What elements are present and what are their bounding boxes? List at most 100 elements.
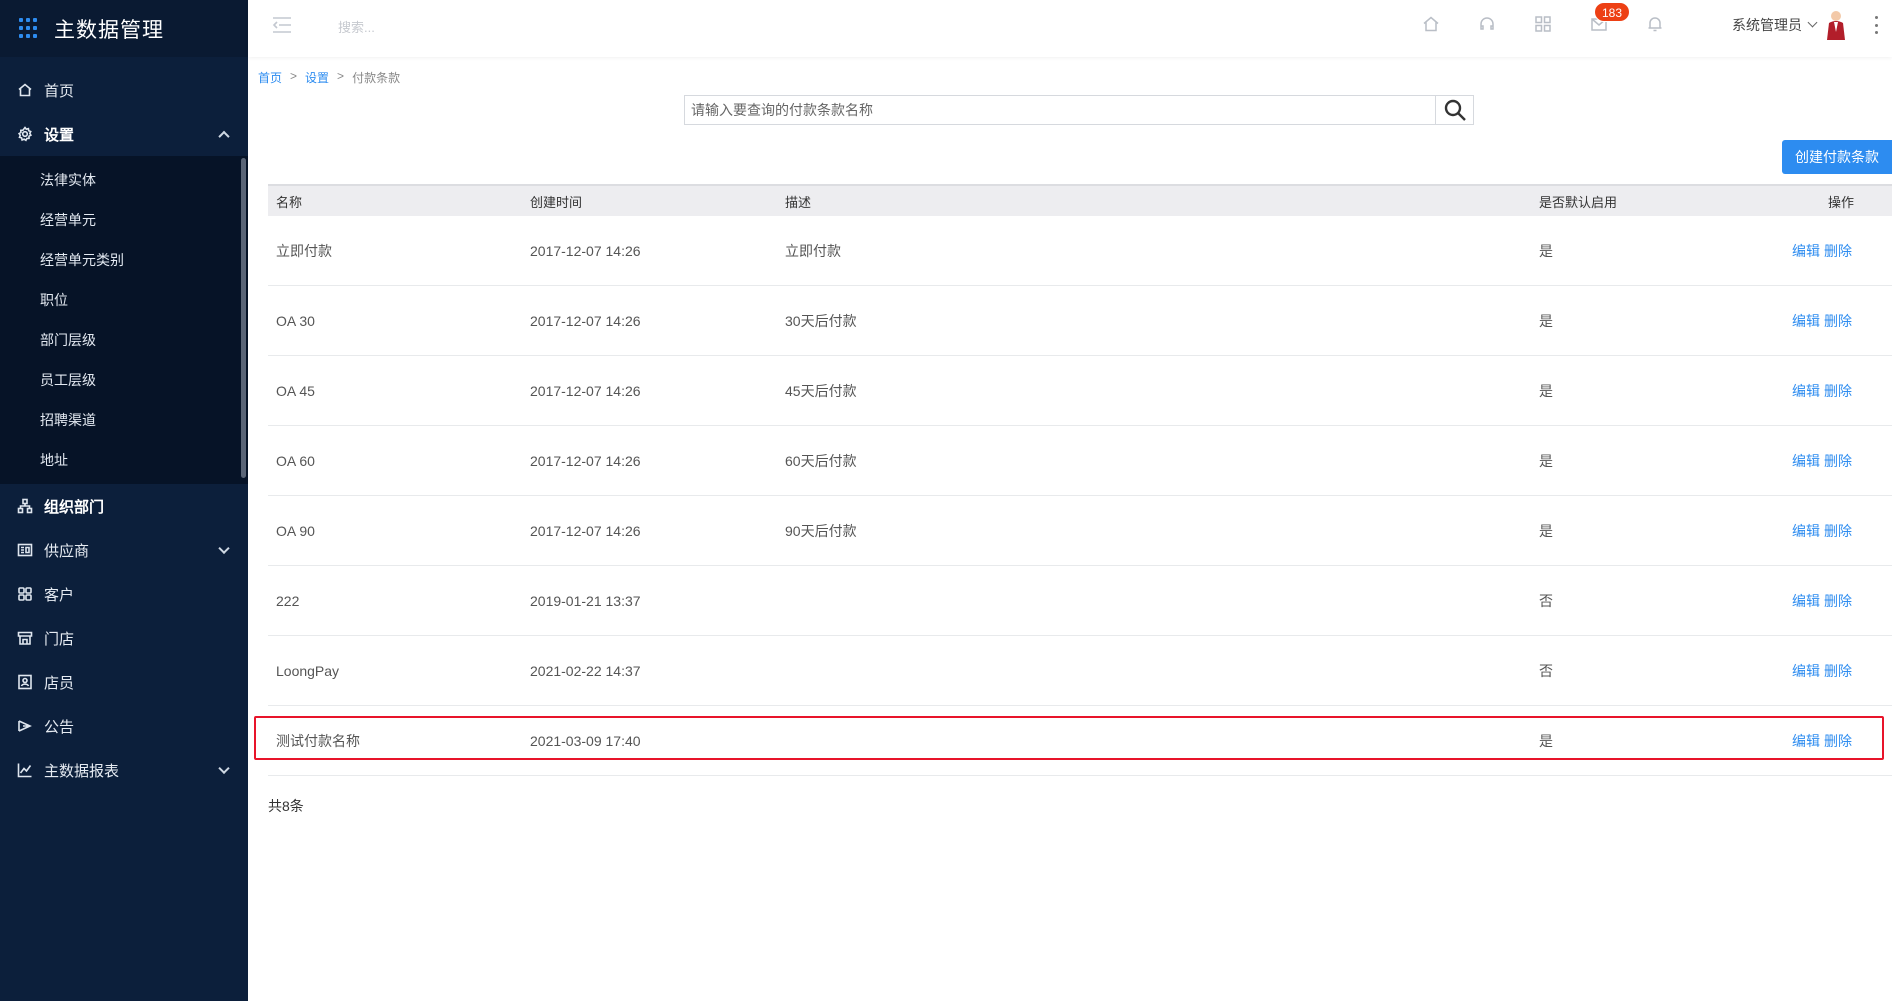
cell-name: 222 — [276, 592, 300, 609]
sidebar-item-org[interactable]: 组织部门 — [0, 484, 248, 528]
payment-term-search-input[interactable] — [685, 96, 1435, 124]
sidebar-item-label: 客户 — [44, 586, 75, 604]
sidebar-item-report[interactable]: 主数据报表 — [0, 748, 248, 792]
table-row: OA 90 2017-12-07 14:26 90天后付款 是 编辑 删除 — [268, 496, 1892, 566]
sidebar: 主数据管理 首页 设置 法律实体 经营单元 经营单元类别 职位 部门层级 员工层… — [0, 0, 248, 1001]
search-button[interactable] — [1435, 96, 1473, 124]
submenu-item-position[interactable]: 职位 — [0, 280, 248, 320]
store-icon — [16, 629, 34, 647]
submenu-item-dept-level[interactable]: 部门层级 — [0, 320, 248, 360]
chevron-down-icon[interactable] — [1807, 17, 1818, 28]
sidebar-item-home[interactable]: 首页 — [0, 68, 248, 112]
edit-link[interactable]: 编辑 — [1792, 661, 1820, 681]
table-header: 名称 创建时间 描述 是否默认启用 操作 — [268, 184, 1892, 216]
chevron-down-icon — [218, 542, 230, 555]
user-name[interactable]: 系统管理员 — [1732, 15, 1802, 35]
delete-link[interactable]: 删除 — [1824, 311, 1852, 331]
cell-default: 是 — [1539, 312, 1553, 329]
cell-description: 立即付款 — [785, 242, 841, 259]
apps-grid-icon[interactable] — [1534, 15, 1552, 33]
column-header-description[interactable]: 描述 — [777, 192, 1531, 211]
top-header: 183 系统管理员 — [248, 0, 1892, 57]
sidebar-scrollbar[interactable] — [241, 158, 246, 478]
sidebar-item-customer[interactable]: 客户 — [0, 572, 248, 616]
breadcrumb-current: 付款条款 — [352, 71, 401, 85]
column-header-created[interactable]: 创建时间 — [522, 192, 777, 211]
breadcrumb-separator: > — [290, 69, 298, 83]
cell-description: 45天后付款 — [785, 382, 857, 399]
edit-link[interactable]: 编辑 — [1792, 241, 1820, 261]
submenu-item-address[interactable]: 地址 — [0, 440, 248, 480]
bell-icon[interactable] — [1646, 15, 1664, 33]
header-search-input[interactable] — [338, 16, 538, 38]
submenu-item-employee-level[interactable]: 员工层级 — [0, 360, 248, 400]
table-row: 222 2019-01-21 13:37 否 编辑 删除 — [268, 566, 1892, 636]
delete-link[interactable]: 删除 — [1824, 241, 1852, 261]
cell-name: 测试付款名称 — [276, 732, 360, 749]
cell-description: 60天后付款 — [785, 452, 857, 469]
delete-link[interactable]: 删除 — [1824, 521, 1852, 541]
sidebar-item-announcement[interactable]: 公告 — [0, 704, 248, 748]
customer-icon — [16, 585, 34, 603]
column-header-name[interactable]: 名称 — [268, 192, 522, 211]
more-vertical-icon[interactable] — [1875, 16, 1879, 34]
cell-created: 2017-12-07 14:26 — [530, 242, 641, 259]
cell-actions: 编辑 删除 — [1792, 591, 1892, 611]
submenu-item-legal-entity[interactable]: 法律实体 — [0, 160, 248, 200]
sidebar-item-settings[interactable]: 设置 — [0, 112, 248, 156]
sidebar-item-label: 公告 — [44, 718, 75, 736]
menu-collapse-icon[interactable] — [272, 16, 292, 34]
clerk-icon — [16, 673, 34, 691]
payment-term-search — [684, 95, 1474, 125]
create-payment-term-button[interactable]: 创建付款条款 — [1782, 140, 1892, 174]
sidebar-item-label: 设置 — [44, 126, 75, 144]
payment-terms-table: 名称 创建时间 描述 是否默认启用 操作 立即付款 2017-12-07 14:2… — [268, 184, 1892, 776]
delete-link[interactable]: 删除 — [1824, 381, 1852, 401]
sidebar-item-label: 首页 — [44, 82, 75, 100]
submenu-item-recruit-channel[interactable]: 招聘渠道 — [0, 400, 248, 440]
breadcrumb-home[interactable]: 首页 — [258, 69, 282, 86]
breadcrumb-settings[interactable]: 设置 — [305, 69, 329, 86]
delete-link[interactable]: 删除 — [1824, 661, 1852, 681]
edit-link[interactable]: 编辑 — [1792, 311, 1820, 331]
avatar[interactable] — [1824, 10, 1848, 40]
headset-icon[interactable] — [1478, 15, 1496, 33]
gear-icon — [16, 125, 34, 143]
settings-submenu: 法律实体 经营单元 经营单元类别 职位 部门层级 员工层级 招聘渠道 地址 — [0, 156, 248, 484]
column-header-actions: 操作 — [1827, 194, 1854, 210]
delete-link[interactable]: 删除 — [1824, 731, 1852, 751]
edit-link[interactable]: 编辑 — [1792, 451, 1820, 471]
submenu-item-business-unit-category[interactable]: 经营单元类别 — [0, 240, 248, 280]
cell-actions: 编辑 删除 — [1792, 311, 1892, 331]
edit-link[interactable]: 编辑 — [1792, 521, 1820, 541]
supplier-icon — [16, 541, 34, 559]
table-row: 立即付款 2017-12-07 14:26 立即付款 是 编辑 删除 — [268, 216, 1892, 286]
cell-description: 90天后付款 — [785, 522, 857, 539]
home-icon[interactable] — [1422, 15, 1440, 33]
cell-actions: 编辑 删除 — [1792, 661, 1892, 681]
column-header-default[interactable]: 是否默认启用 — [1531, 192, 1804, 211]
sidebar-item-supplier[interactable]: 供应商 — [0, 528, 248, 572]
cell-created: 2021-03-09 17:40 — [530, 732, 641, 749]
cell-actions: 编辑 删除 — [1792, 241, 1892, 261]
cell-name: LoongPay — [276, 662, 340, 679]
notification-badge: 183 — [1594, 2, 1630, 22]
sidebar-item-clerk[interactable]: 店员 — [0, 660, 248, 704]
cell-created: 2017-12-07 14:26 — [530, 522, 641, 539]
cell-actions: 编辑 删除 — [1792, 731, 1892, 751]
cell-default: 是 — [1539, 242, 1553, 259]
edit-link[interactable]: 编辑 — [1792, 591, 1820, 611]
submenu-item-business-unit[interactable]: 经营单元 — [0, 200, 248, 240]
sidebar-item-store[interactable]: 门店 — [0, 616, 248, 660]
delete-link[interactable]: 删除 — [1824, 451, 1852, 471]
brand: 主数据管理 — [0, 0, 248, 57]
edit-link[interactable]: 编辑 — [1792, 731, 1820, 751]
sidebar-item-label: 主数据报表 — [44, 762, 120, 780]
sidebar-item-label: 组织部门 — [44, 498, 105, 516]
cell-created: 2017-12-07 14:26 — [530, 312, 641, 329]
edit-link[interactable]: 编辑 — [1792, 381, 1820, 401]
breadcrumb: 首页 > 设置 > 付款条款 — [258, 69, 400, 86]
delete-link[interactable]: 删除 — [1824, 591, 1852, 611]
announcement-icon — [16, 717, 34, 735]
chevron-down-icon — [218, 762, 230, 775]
